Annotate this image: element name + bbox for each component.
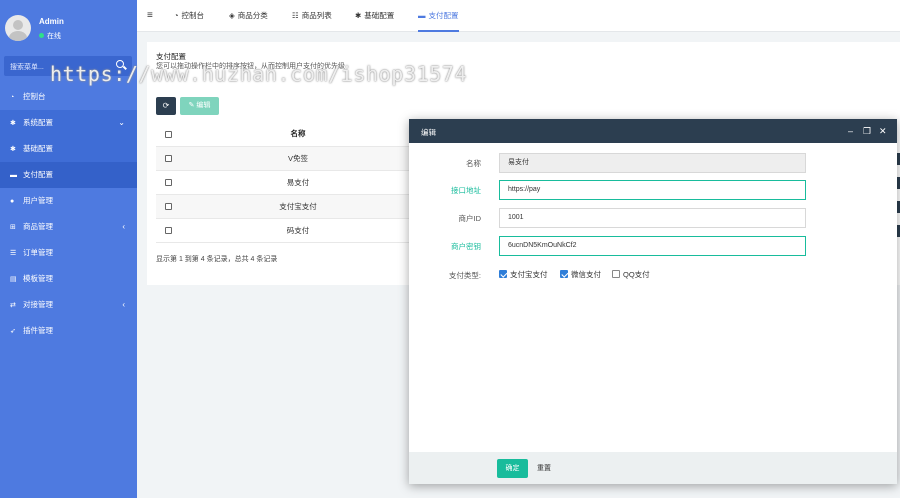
api-url-field[interactable]: https://pay — [499, 180, 806, 200]
row-checkbox[interactable] — [164, 227, 172, 235]
select-all-checkbox[interactable] — [164, 130, 172, 138]
gear-icon: ✱ — [10, 146, 16, 153]
merchant-key-label: 商户密钥 — [451, 242, 481, 251]
user-panel: Admin 在线 — [0, 0, 137, 52]
sidebar-item-dashboard[interactable]: ◔ 控制台 — [0, 84, 137, 110]
column-header-name: 名称 — [180, 122, 416, 147]
sidebar-item-payment-config[interactable]: ▬ 支付配置 — [0, 162, 137, 188]
table-header-row: 名称 — [156, 122, 416, 147]
qq-option[interactable]: QQ支付 — [612, 269, 650, 280]
form-row-name: 名称 易支付 — [409, 153, 897, 173]
tab-basic-config[interactable]: ✱ 基础配置 — [355, 0, 394, 32]
sidebar-item-plugins[interactable]: ➶ 插件管理 — [0, 318, 137, 344]
list-icon: ☷ — [292, 11, 299, 20]
table-cell-name: V免签 — [180, 146, 416, 171]
name-field: 易支付 — [499, 153, 806, 173]
wechat-option[interactable]: 微信支付 — [560, 269, 601, 280]
modal-title: 编辑 — [421, 128, 436, 137]
menu-toggle-icon[interactable]: ≡ — [147, 0, 153, 32]
online-dot-icon — [39, 33, 44, 38]
name-label: 名称 — [466, 159, 481, 168]
form-row-merchant-key: 商户密钥 6ucnDN5KmOuNkCf2 — [409, 236, 897, 256]
close-icon[interactable]: ✕ — [879, 125, 887, 137]
merchant-id-label: 商户ID — [458, 214, 482, 223]
chevron-left-icon: ‹ — [122, 300, 125, 309]
table-cell-name: 码支付 — [180, 218, 416, 243]
dashboard-icon: ◔ — [174, 11, 179, 20]
table-row[interactable]: 易支付 — [156, 170, 416, 195]
pencil-icon: ✎ — [188, 102, 195, 109]
credit-card-icon: ▬ — [10, 172, 17, 179]
maximize-icon[interactable]: ❐ — [863, 125, 871, 137]
sidebar-item-system-config[interactable]: ✱ 系统配置 ⌄ — [0, 110, 137, 136]
avatar[interactable] — [5, 15, 31, 41]
sidebar-item-users[interactable]: ● 用户管理 — [0, 188, 137, 214]
table-cell-name: 易支付 — [180, 170, 416, 195]
wechat-checkbox[interactable] — [560, 270, 568, 278]
pay-types-label: 支付类型: — [448, 271, 481, 280]
table-row[interactable]: V免签 — [156, 146, 416, 171]
edit-modal: 编辑 – ❐ ✕ 名称 易支付 接口地址 https://pay 商户ID 10… — [409, 119, 897, 484]
pagination-info: 显示第 1 到第 4 条记录，总共 4 条记录 — [156, 256, 278, 263]
row-checkbox[interactable] — [164, 179, 172, 187]
table-cell-name: 支付宝支付 — [180, 194, 416, 219]
list-icon: ☰ — [10, 250, 17, 257]
refresh-icon: ⟳ — [162, 101, 170, 110]
minimize-icon[interactable]: – — [848, 125, 853, 137]
modal-header: 编辑 – ❐ ✕ — [409, 119, 897, 143]
merchant-key-field[interactable]: 6ucnDN5KmOuNkCf2 — [499, 236, 806, 256]
qq-checkbox[interactable] — [612, 270, 620, 278]
cart-icon: ⊞ — [10, 224, 16, 231]
sidebar-item-orders[interactable]: ☰ 订单管理 — [0, 240, 137, 266]
user-name: Admin — [39, 17, 64, 26]
merchant-id-field[interactable]: 1001 — [499, 208, 806, 228]
chevron-left-icon: ‹ — [122, 222, 125, 231]
template-icon: ▤ — [10, 276, 17, 283]
search-placeholder: 搜索菜单... — [10, 64, 44, 71]
form-row-api-url: 接口地址 https://pay — [409, 180, 897, 200]
table-row[interactable]: 码支付 — [156, 218, 416, 243]
sidebar-item-basic-config[interactable]: ✱ 基础配置 — [0, 136, 137, 162]
tab-dashboard[interactable]: ◔ 控制台 — [174, 0, 204, 32]
row-checkbox[interactable] — [164, 203, 172, 211]
tab-goods-category[interactable]: ◈ 商品分类 — [229, 0, 268, 32]
api-url-label: 接口地址 — [451, 186, 481, 195]
payment-table: 名称 V免签 易支付 支付宝支付 码支付 — [156, 122, 416, 243]
confirm-button[interactable]: 确定 — [497, 459, 528, 478]
sidebar-nav: ◔ 控制台 ✱ 系统配置 ⌄ ✱ 基础配置 ▬ 支付配置 ● 用户管理 ⊞ 商品管理 ‹ ☰ 订单… — [0, 84, 137, 344]
table-row[interactable]: 支付宝支付 — [156, 194, 416, 219]
form-row-pay-types: 支付类型: 支付宝支付 微信支付 QQ支付 — [409, 265, 897, 285]
row-checkbox[interactable] — [164, 155, 172, 163]
alipay-checkbox[interactable] — [499, 270, 507, 278]
chevron-down-icon: ⌄ — [118, 118, 125, 127]
user-icon: ● — [10, 198, 15, 205]
sidebar-item-goods[interactable]: ⊞ 商品管理 ‹ — [0, 214, 137, 240]
user-status: 在线 — [39, 31, 61, 41]
tab-payment-config[interactable]: ▬ 支付配置 — [418, 0, 459, 32]
link-icon: ⇄ — [10, 302, 16, 309]
rocket-icon: ➶ — [10, 328, 16, 335]
reset-button[interactable]: 重置 — [533, 459, 555, 478]
edit-button[interactable]: ✎ 编辑 — [180, 97, 219, 115]
gear-icon: ✱ — [10, 120, 16, 127]
top-tab-bar: ≡ ◔ 控制台 ◈ 商品分类 ☷ 商品列表 ✱ 基础配置 ▬ 支付配置 — [137, 0, 900, 32]
gear-icon: ✱ — [355, 11, 362, 20]
sidebar-item-docking[interactable]: ⇄ 对接管理 ‹ — [0, 292, 137, 318]
modal-footer: 确定 重置 — [409, 452, 897, 484]
tab-goods-list[interactable]: ☷ 商品列表 — [292, 0, 332, 32]
sidebar-item-templates[interactable]: ▤ 模板管理 — [0, 266, 137, 292]
alipay-option[interactable]: 支付宝支付 — [499, 269, 548, 280]
refresh-button[interactable]: ⟳ — [156, 97, 176, 115]
dashboard-icon: ◔ — [10, 94, 15, 101]
credit-card-icon: ▬ — [418, 11, 426, 20]
watermark-text: https://www.huzhan.com/ishop31574 — [50, 62, 468, 86]
tag-icon: ◈ — [229, 11, 235, 20]
form-row-merchant-id: 商户ID 1001 — [409, 208, 897, 228]
